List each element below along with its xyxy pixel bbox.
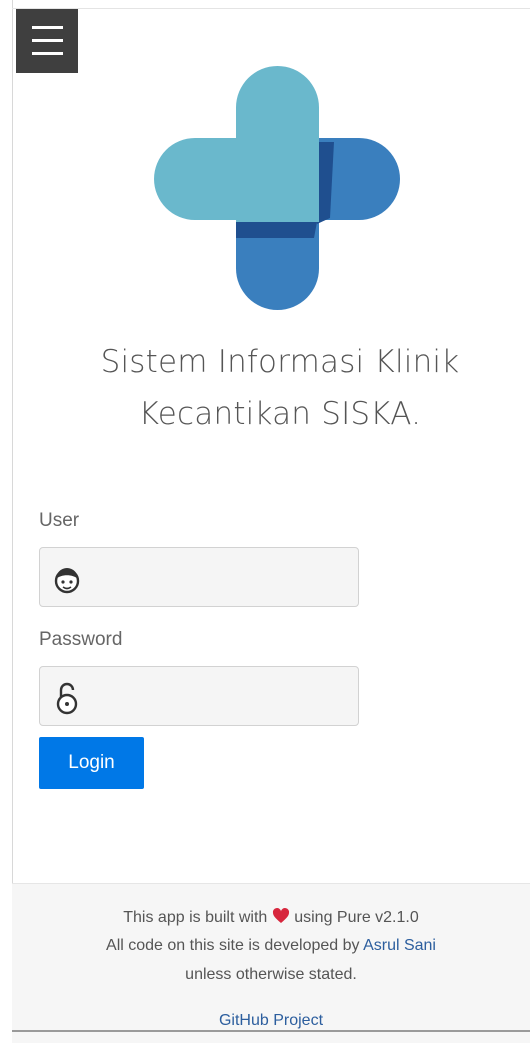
- footer-built-with-text: This app is built with: [123, 909, 268, 926]
- footer: This app is built with using Pure v2.1.0…: [12, 883, 530, 1043]
- lock-icon: [56, 682, 78, 715]
- user-input[interactable]: [39, 547, 359, 607]
- user-label: User: [39, 510, 80, 531]
- bottom-divider: [12, 1030, 530, 1032]
- user-face-icon: [54, 568, 80, 594]
- app-viewport: Sistem Informasi Klinik Kecantikan SISKA…: [0, 0, 530, 1043]
- left-divider: [12, 0, 13, 1030]
- site-title: Sistem Informasi Klinik Kecantikan SISKA…: [40, 336, 520, 440]
- heart-icon: [272, 908, 289, 923]
- footer-pure-version-text: using Pure v2.1.0: [294, 909, 419, 926]
- footer-github-line: GitHub Project: [12, 1012, 530, 1030]
- hamburger-icon-bar: [32, 52, 63, 55]
- footer-author-line: All code on this site is developed by As…: [12, 937, 530, 955]
- login-button[interactable]: Login: [39, 737, 144, 789]
- footer-developed-by-text: All code on this site is developed by: [106, 937, 360, 954]
- hamburger-icon: [32, 26, 63, 29]
- footer-license-line: unless otherwise stated.: [185, 966, 357, 983]
- footer-credit-line: This app is built with using Pure v2.1.0: [12, 908, 530, 927]
- github-project-link[interactable]: GitHub Project: [219, 1012, 323, 1029]
- password-input[interactable]: [39, 666, 359, 726]
- site-title-line2: Kecantikan SISKA.: [138, 396, 422, 432]
- password-label: Password: [39, 629, 123, 650]
- site-title-line1: Sistem Informasi Klinik: [100, 344, 460, 380]
- top-divider: [12, 8, 530, 9]
- clinic-cross-logo: [154, 66, 400, 310]
- hamburger-icon-bar: [32, 39, 63, 42]
- menu-button[interactable]: [16, 9, 78, 73]
- author-link[interactable]: Asrul Sani: [363, 937, 436, 954]
